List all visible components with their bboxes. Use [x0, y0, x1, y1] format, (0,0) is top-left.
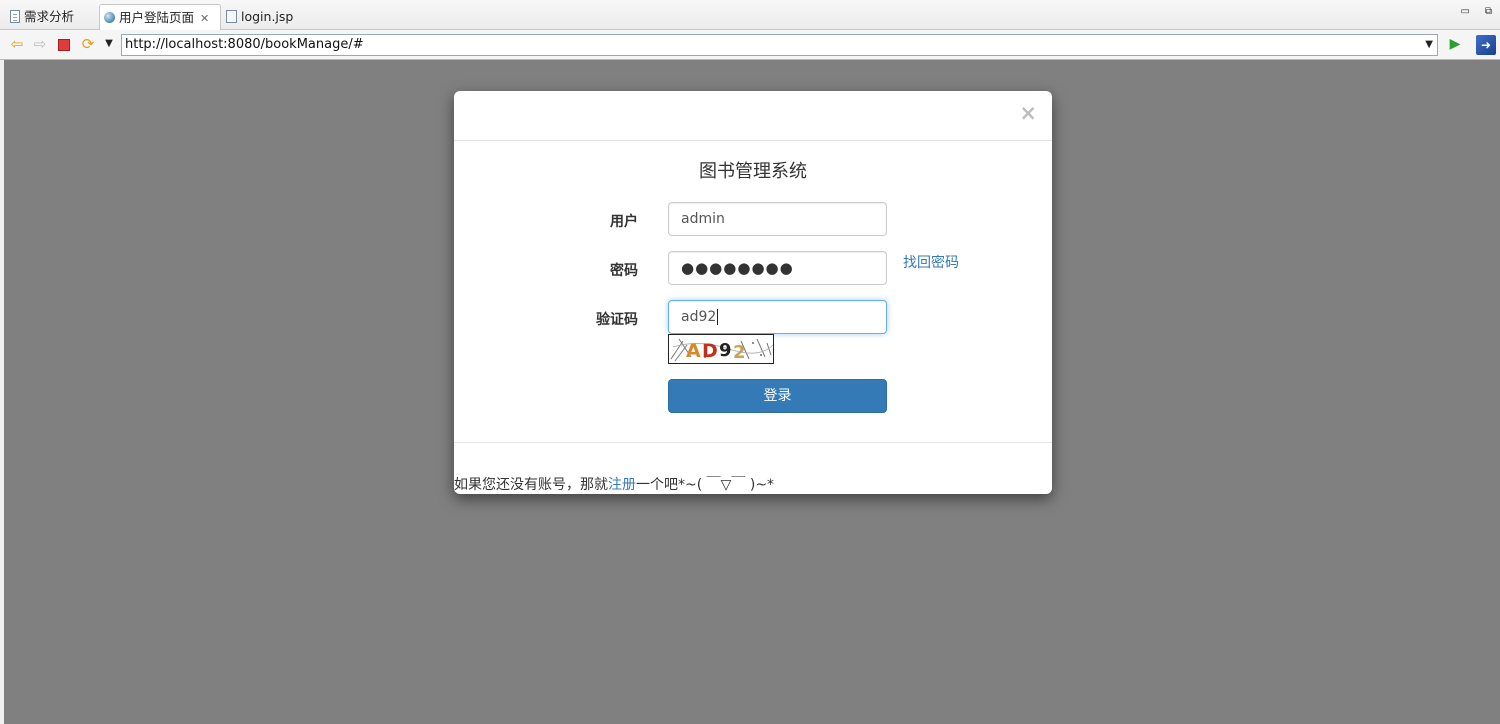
password-label: 密码 [610, 263, 638, 279]
tab-label: 用户登陆页面 [119, 10, 195, 25]
stop-icon[interactable] [55, 35, 73, 53]
refresh-icon[interactable]: ⟳ [79, 35, 97, 53]
username-value: admin [681, 211, 725, 227]
tab-label: 需求分析 [24, 9, 75, 24]
page-viewport: × 图书管理系统 用户 admin 密码 ●●●●●●●● 找回密码 验证码 a… [4, 60, 1500, 724]
login-button[interactable]: 登录 [668, 379, 887, 413]
editor-tab-bar: 需求分析 用户登陆页面 ✕ login.jsp ▭ ⧉ [0, 0, 1500, 30]
page-title: 图书管理系统 [699, 161, 807, 182]
footer-suffix: 一个吧*~( ￣▽￣ )~* [636, 477, 775, 493]
register-prompt: 如果您还没有账号，那就注册一个吧*~( ￣▽￣ )~* [454, 474, 774, 494]
globe-icon [104, 12, 115, 23]
forgot-password-link[interactable]: 找回密码 [903, 252, 959, 272]
url-text[interactable]: http://localhost:8080/bookManage/# [125, 35, 364, 55]
back-arrow-icon[interactable]: ⇦ [8, 35, 26, 53]
tab-label: login.jsp [241, 9, 294, 24]
close-icon[interactable]: × [1019, 103, 1037, 124]
captcha-input[interactable]: ad92 [668, 300, 887, 334]
captcha-char: 9 [719, 340, 732, 361]
password-mask: ●●●●●●●● [681, 259, 794, 277]
footer-prefix: 如果您还没有账号，那就 [454, 477, 608, 493]
forward-arrow-icon[interactable]: ⇨ [31, 35, 49, 53]
username-label: 用户 [610, 214, 638, 230]
footer-divider [454, 442, 1052, 443]
url-dropdown-icon[interactable]: ▼ [1425, 35, 1433, 55]
address-bar[interactable]: http://localhost:8080/bookManage/# ▼ [121, 34, 1438, 56]
tab-login-jsp[interactable]: login.jsp [222, 4, 312, 30]
captcha-char: 2 [733, 342, 746, 363]
password-input[interactable]: ●●●●●●●● [668, 251, 887, 285]
login-modal: × 图书管理系统 用户 admin 密码 ●●●●●●●● 找回密码 验证码 a… [454, 91, 1052, 494]
chevron-down-icon[interactable]: ▼ [100, 35, 118, 53]
go-icon[interactable]: ▶ [1446, 35, 1464, 53]
eclipse-web-icon[interactable]: ➜ [1476, 35, 1496, 55]
captcha-char: A [686, 340, 701, 362]
register-link[interactable]: 注册 [608, 477, 636, 493]
tab-requirements[interactable]: 需求分析 [6, 4, 98, 30]
text-caret [717, 309, 719, 325]
maximize-icon[interactable]: ⧉ [1485, 6, 1492, 17]
browser-toolbar: ⇦ ⇨ ⟳ ▼ http://localhost:8080/bookManage… [0, 30, 1500, 60]
jsp-file-icon [226, 10, 237, 23]
username-input[interactable]: admin [668, 202, 887, 236]
close-tab-icon[interactable]: ✕ [200, 6, 209, 32]
tab-login-page[interactable]: 用户登陆页面 ✕ [99, 4, 221, 30]
captcha-label: 验证码 [596, 312, 638, 328]
captcha-graphic: A D 9 2 [670, 338, 773, 363]
captcha-value: ad92 [681, 309, 717, 325]
minimize-icon[interactable]: ▭ [1461, 6, 1470, 17]
document-icon [10, 10, 20, 23]
captcha-image[interactable]: A D 9 2 [668, 334, 774, 364]
modal-header: × [454, 91, 1052, 141]
captcha-char: D [702, 340, 718, 362]
